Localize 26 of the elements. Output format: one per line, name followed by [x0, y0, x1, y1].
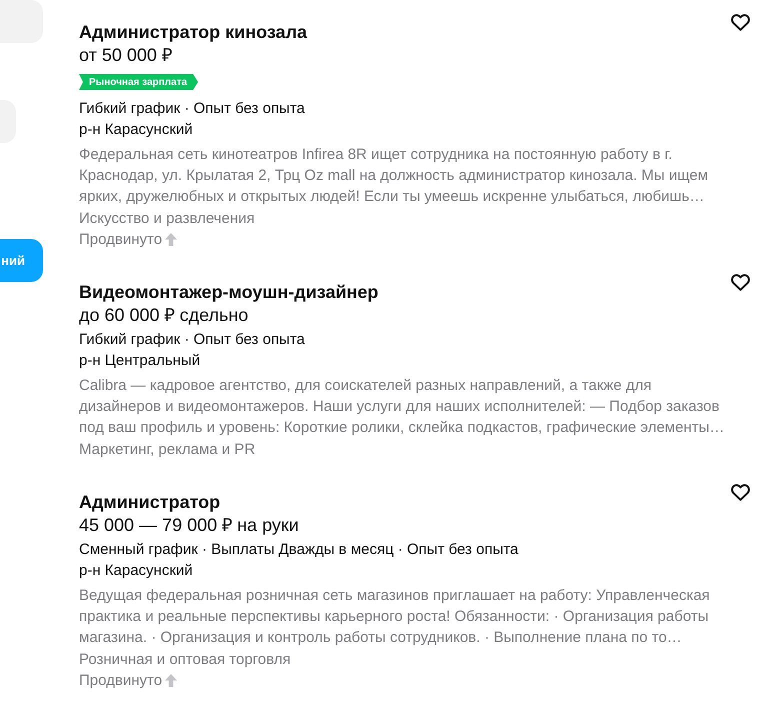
vacancy-title[interactable]: Видеомонтажер-моушн-дизайнер	[79, 280, 729, 304]
category-text: Маркетинг, реклама и PR	[79, 440, 256, 460]
up-arrow-icon	[165, 233, 178, 246]
description-text: Федеральная сеть кинотеатров Infirea 8R ищет сотрудника на постоянную работу в г. Краснодар, ул. Крылатая 2, Трц Oz mall на должность администратор кинозала. Мы ищем ярких, дружелюбных и открытых людей! Если ты умеешь искренне улыбаться, любишь…	[79, 145, 710, 207]
schedule-text: Сменный график · Выплаты Дважды в месяц · Опыт без опыта	[79, 540, 520, 560]
market-salary-tag: Рыночная зарплата	[79, 74, 198, 90]
description-text: Calibra — кадровое агентство, для соискателей разных направлений, а также для дизайнеров и видеомонтажеров. Наши услуги для наших исполнителей: — Подбор заказов под ваш профиль и уровень: Короткие ролики, склейка подкастов, графические элементы…	[79, 376, 726, 438]
vacancy-title[interactable]: Администратор кинозала	[79, 20, 729, 44]
district-text: р-н Карасунский	[79, 120, 194, 140]
schedule-text: Гибкий график · Опыт без опыта	[79, 99, 306, 119]
promoted-label: Продвинуто	[79, 671, 162, 691]
salary-text: до 60 000 ₽ сдельно	[79, 304, 250, 326]
promoted-label: Продвинуто	[79, 230, 162, 250]
district-text: р-н Карасунский	[79, 561, 194, 581]
heart-icon[interactable]	[731, 274, 750, 291]
district-text: р-н Центральный	[79, 351, 202, 371]
schedule-text: Гибкий график · Опыт без опыта	[79, 330, 306, 350]
salary-text: от 50 000 ₽	[79, 44, 173, 66]
vacancy-title[interactable]: Администратор	[79, 490, 729, 514]
up-arrow-icon	[165, 674, 178, 687]
salary-text: 45 000 — 79 000 ₽ на руки	[79, 514, 300, 536]
description-text: Ведущая федеральная розничная сеть магазинов приглашает на работу: Управленческая практика и реальные перспективы карьерного роста! Обязанности: · Организация работы магазина. · Организация и контроль работы сотрудников. · Выполнение плана по то…	[79, 586, 711, 648]
category-text: Искусство и развлечения	[79, 209, 256, 229]
heart-icon[interactable]	[731, 484, 750, 501]
heart-icon[interactable]	[731, 14, 750, 31]
category-text: Розничная и оптовая торговля	[79, 650, 292, 670]
